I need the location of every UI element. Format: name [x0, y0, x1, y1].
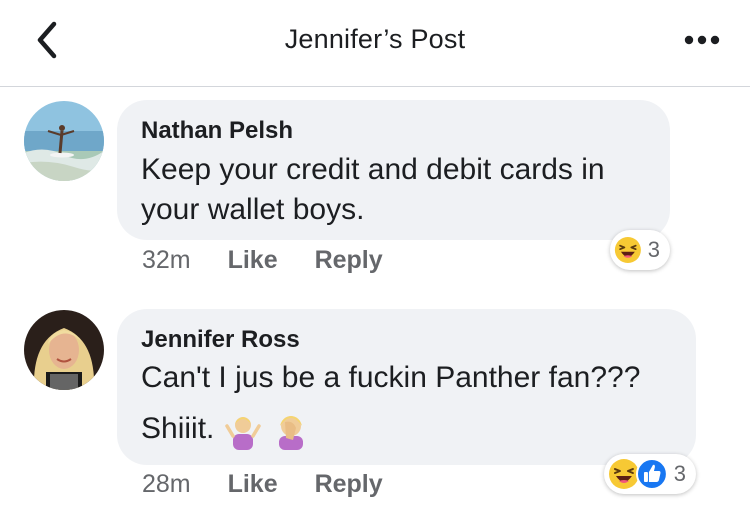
comment-time: 28m [142, 470, 191, 498]
reaction-summary[interactable]: 3 [610, 230, 670, 270]
reply-button[interactable]: Reply [315, 470, 383, 498]
more-dots-icon [684, 35, 720, 45]
page-title: Jennifer’s Post [284, 24, 466, 54]
comment-meta: 28m Like Reply [142, 470, 383, 499]
comment-bubble[interactable]: Nathan Pelsh Keep your credit and debit … [117, 100, 670, 240]
face-palm-emoji-icon [279, 416, 304, 451]
like-button[interactable]: Like [228, 246, 278, 274]
top-bar: Jennifer’s Post [0, 0, 750, 87]
reaction-count: 3 [673, 461, 686, 486]
comment-text: your wallet boys. [141, 193, 365, 226]
comment-meta: 32m Like Reply [142, 246, 383, 275]
avatar[interactable] [24, 101, 104, 181]
avatar[interactable] [24, 310, 104, 390]
profile-photo [24, 310, 104, 390]
laughing-emoji-icon [614, 236, 641, 264]
reply-button[interactable]: Reply [315, 246, 383, 274]
comment-text: Can't I jus be a fuckin Panther fan??? [141, 361, 641, 394]
like-button[interactable]: Like [228, 470, 278, 498]
person-shrugging-emoji-icon [224, 417, 261, 451]
comment-author[interactable]: Jennifer Ross [141, 326, 300, 354]
more-options-button[interactable] [680, 26, 724, 54]
comment-time: 32m [142, 246, 191, 274]
surfer-photo [24, 101, 104, 181]
comment-text: Shiiit. [141, 412, 215, 445]
like-emoji-icon [635, 458, 668, 490]
reaction-count: 3 [647, 237, 660, 262]
comment-bubble[interactable]: Jennifer Ross Can't I jus be a fuckin Pa… [117, 309, 696, 465]
comment-text-line-2: Shiiit. [141, 409, 311, 451]
reaction-summary[interactable]: 3 [604, 454, 696, 494]
comment-author[interactable]: Nathan Pelsh [141, 117, 293, 145]
comment-text: Keep your credit and debit cards in [141, 153, 605, 186]
